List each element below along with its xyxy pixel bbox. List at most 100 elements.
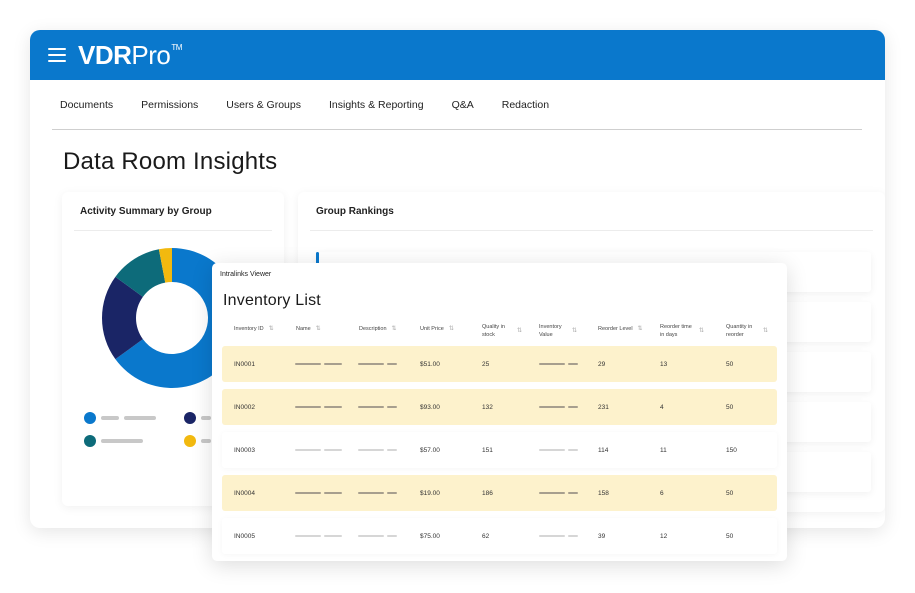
column-header-description[interactable]: Description ⇅ [359, 325, 397, 333]
sort-icon[interactable]: ⇅ [316, 325, 321, 333]
cell-quality-in-stock: 151 [482, 446, 493, 454]
cell-name-placeholder [295, 389, 345, 425]
logo-trademark: TM [171, 42, 182, 52]
cell-reorder-days: 6 [660, 489, 664, 497]
cell-reorder-days: 11 [660, 446, 667, 454]
text-placeholder-bar [387, 449, 397, 451]
column-header-name[interactable]: Name ⇅ [296, 325, 321, 333]
column-header-quality-in-stock[interactable]: Quality in stock ⇅ [482, 323, 522, 339]
sort-icon[interactable]: ⇅ [763, 327, 768, 335]
text-placeholder-bar [539, 535, 565, 537]
nav-qa[interactable]: Q&A [452, 99, 474, 111]
cell-inventory-id: IN0003 [234, 446, 255, 454]
cell-name-placeholder [295, 432, 345, 468]
cell-unit-price: $19.00 [420, 489, 440, 497]
logo-bold: VDR [78, 39, 132, 70]
text-placeholder-bar [358, 406, 384, 408]
column-header-inventory-id[interactable]: Inventory ID ⇅ [234, 325, 274, 333]
text-placeholder-bar [324, 363, 342, 365]
legend-item-group-1 [84, 412, 161, 424]
nav-insights-reporting[interactable]: Insights & Reporting [329, 99, 424, 111]
table-row[interactable]: IN0005 $75.00 62 39 12 50 [222, 518, 777, 554]
legend-label-placeholder [101, 439, 143, 443]
legend-label-placeholder [101, 416, 119, 420]
cell-quantity-in-reorder: 50 [726, 403, 734, 411]
text-placeholder-bar [295, 535, 321, 537]
inventory-viewer-panel: Intralinks Viewer Inventory List Invento… [212, 263, 787, 561]
nav-users-groups[interactable]: Users & Groups [226, 99, 301, 111]
text-placeholder-bar [387, 406, 397, 408]
cell-unit-price: $57.00 [420, 446, 440, 454]
table-row[interactable]: IN0001 $51.00 25 29 13 50 [222, 346, 777, 382]
cell-description-placeholder [358, 432, 400, 468]
nav-permissions[interactable]: Permissions [141, 99, 198, 111]
text-placeholder-bar [295, 406, 321, 408]
cell-reorder-level: 114 [598, 446, 609, 454]
text-placeholder-bar [539, 363, 565, 365]
cell-inventory-id: IN0001 [234, 360, 255, 368]
text-placeholder-bar [324, 492, 342, 494]
legend-dot-icon [84, 435, 96, 447]
cell-reorder-days: 13 [660, 360, 668, 368]
header-label: Unit Price [420, 326, 444, 332]
text-placeholder-bar [539, 449, 565, 451]
column-header-reorder-time[interactable]: Reorder time in days ⇅ [660, 323, 704, 339]
text-placeholder-bar [539, 492, 565, 494]
text-placeholder-bar [295, 449, 321, 451]
cell-unit-price: $93.00 [420, 403, 440, 411]
table-row[interactable]: IN0002 $93.00 132 231 4 50 [222, 389, 777, 425]
column-header-inventory-value[interactable]: Inventory Value ⇅ [539, 323, 577, 339]
text-placeholder-bar [324, 535, 342, 537]
top-bar: VDR Pro TM [30, 30, 885, 80]
main-nav: Documents Permissions Users & Groups Ins… [30, 80, 885, 129]
cell-description-placeholder [358, 346, 400, 382]
cell-quantity-in-reorder: 50 [726, 360, 734, 368]
cell-quality-in-stock: 132 [482, 403, 493, 411]
text-placeholder-bar [568, 492, 578, 494]
cell-description-placeholder [358, 518, 400, 554]
sort-icon[interactable]: ⇅ [392, 325, 397, 333]
cell-quantity-in-reorder: 50 [726, 489, 734, 497]
cell-unit-price: $51.00 [420, 360, 440, 368]
cell-inventory-id: IN0002 [234, 403, 255, 411]
column-header-reorder-level[interactable]: Reorder Level ⇅ [598, 325, 643, 333]
cell-inventory-id: IN0005 [234, 532, 255, 540]
legend-label-placeholder [201, 416, 211, 420]
cell-quantity-in-reorder: 50 [726, 532, 734, 540]
cell-name-placeholder [295, 518, 345, 554]
header-label: Quality in stock [482, 324, 505, 338]
inventory-list-title: Inventory List [223, 292, 321, 309]
text-placeholder-bar [387, 363, 397, 365]
table-row[interactable]: IN0004 $19.00 186 158 6 50 [222, 475, 777, 511]
sort-icon[interactable]: ⇅ [699, 327, 704, 335]
text-placeholder-bar [358, 492, 384, 494]
header-label: Quantity in reorder [726, 324, 753, 338]
cell-inventory-value-placeholder [539, 475, 581, 511]
legend-dot-icon [184, 412, 196, 424]
nav-redaction[interactable]: Redaction [502, 99, 549, 111]
legend-item-group-3 [84, 435, 148, 447]
cell-reorder-level: 39 [598, 532, 606, 540]
column-header-quantity-in-reorder[interactable]: Quantity in reorder ⇅ [726, 323, 768, 339]
sort-icon[interactable]: ⇅ [269, 325, 274, 333]
column-header-unit-price[interactable]: Unit Price ⇅ [420, 325, 454, 333]
text-placeholder-bar [568, 363, 578, 365]
header-label: Inventory ID [234, 326, 264, 332]
cell-reorder-level: 231 [598, 403, 609, 411]
sort-icon[interactable]: ⇅ [638, 325, 643, 333]
table-row[interactable]: IN0003 $57.00 151 114 11 150 [222, 432, 777, 468]
card-divider [310, 230, 873, 231]
hamburger-menu-icon[interactable] [48, 48, 66, 62]
cell-inventory-value-placeholder [539, 346, 581, 382]
sort-icon[interactable]: ⇅ [572, 327, 577, 335]
cell-inventory-id: IN0004 [234, 489, 255, 497]
logo-light: Pro [131, 39, 171, 70]
sort-icon[interactable]: ⇅ [449, 325, 454, 333]
cell-inventory-value-placeholder [539, 518, 581, 554]
cell-name-placeholder [295, 346, 345, 382]
nav-documents[interactable]: Documents [60, 99, 113, 111]
cell-reorder-level: 158 [598, 489, 609, 497]
text-placeholder-bar [568, 535, 578, 537]
sort-icon[interactable]: ⇅ [517, 327, 522, 335]
cell-description-placeholder [358, 475, 400, 511]
